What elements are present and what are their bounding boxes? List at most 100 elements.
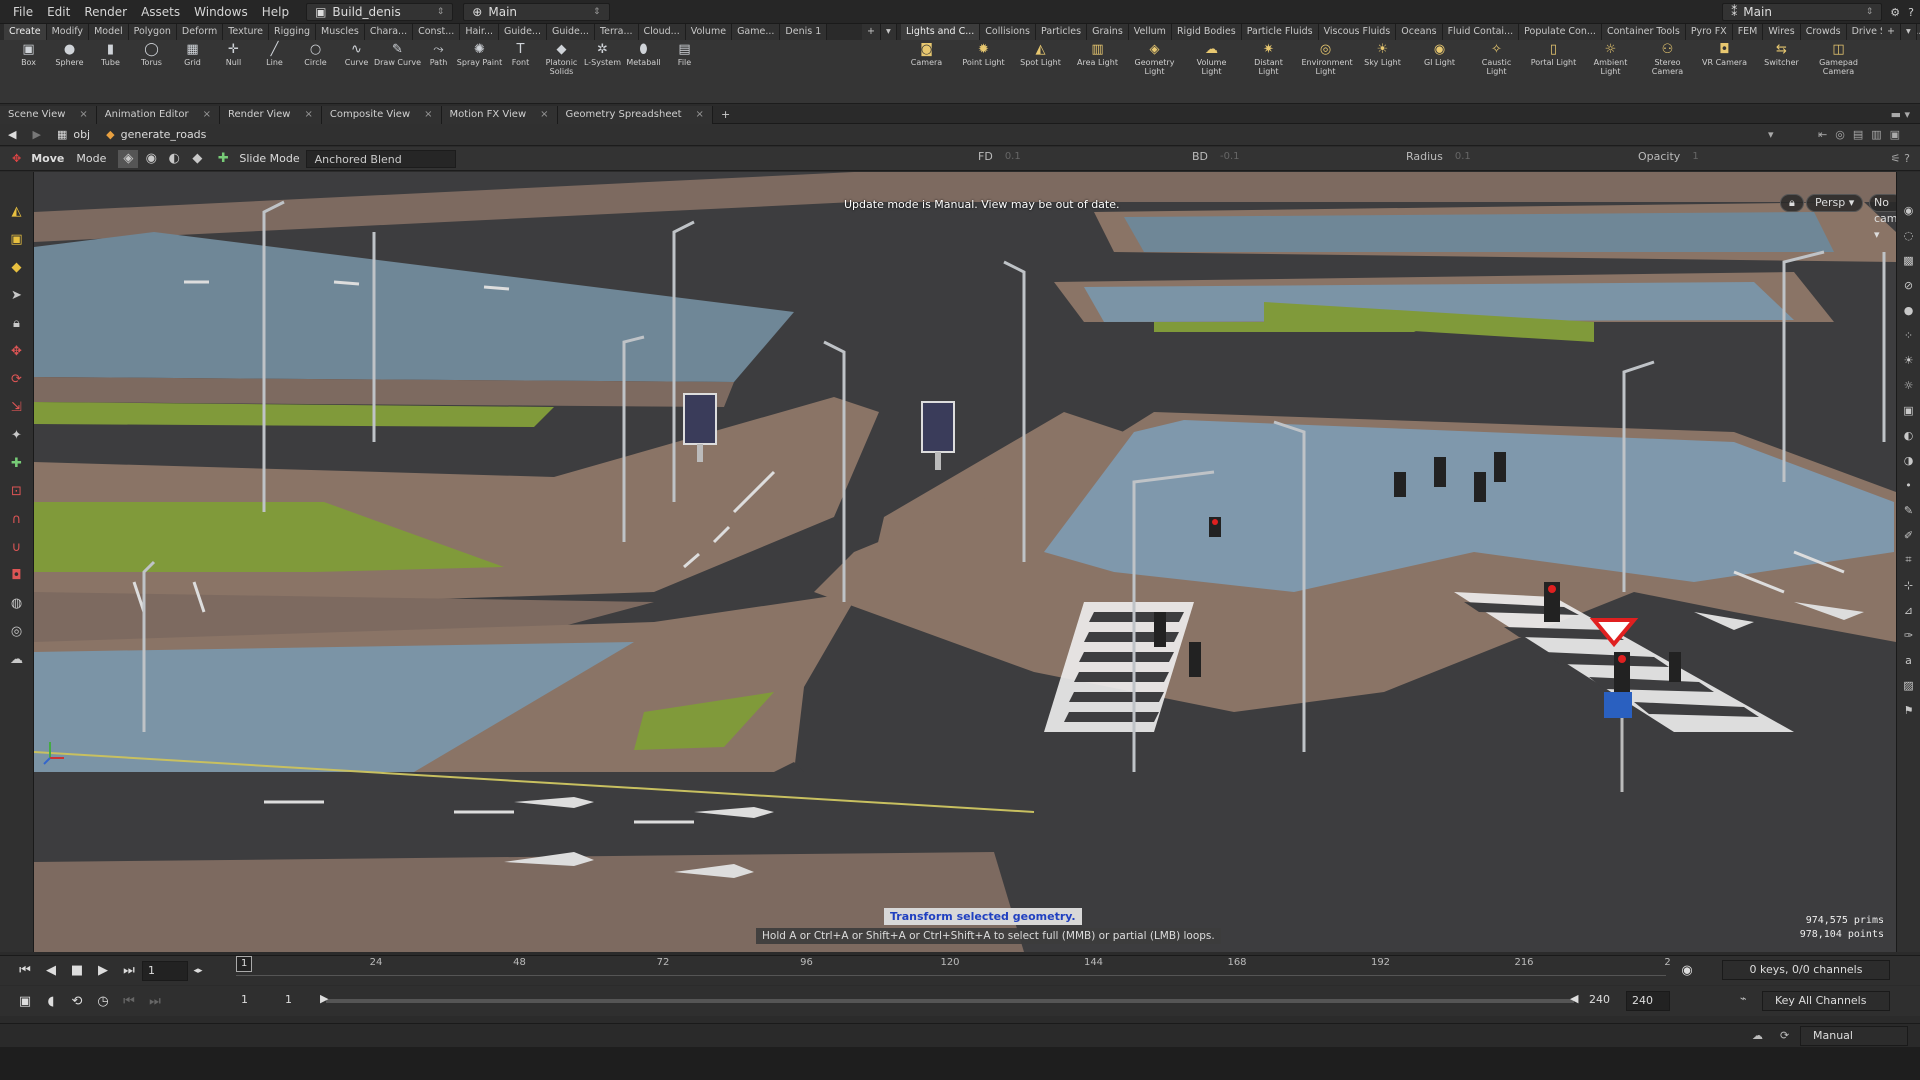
bd-field[interactable]: -0.1 bbox=[1220, 151, 1240, 162]
mode-flatten-icon[interactable]: ◆ bbox=[187, 150, 207, 168]
menu-edit[interactable]: Edit bbox=[40, 0, 77, 24]
shelf-tab-wires[interactable]: Wires bbox=[1763, 24, 1801, 40]
refresh-icon[interactable]: ⟳ bbox=[1780, 1029, 1789, 1042]
chevron-down-icon[interactable]: ▾ bbox=[1900, 24, 1917, 40]
marker-icon[interactable]: ⚑ bbox=[1901, 702, 1917, 718]
scale-icon[interactable]: ⇲ bbox=[7, 398, 27, 416]
audio-scrub-icon[interactable]: ◉ bbox=[1674, 960, 1700, 982]
step-back-icon[interactable]: ◂▸ bbox=[188, 960, 208, 982]
close-icon[interactable]: × bbox=[424, 109, 432, 120]
chevron-down-icon[interactable]: ▾ bbox=[880, 24, 897, 40]
snap-grid-icon[interactable]: ⌗ bbox=[1901, 552, 1917, 568]
brush-icon[interactable]: ✐ bbox=[1901, 527, 1917, 543]
frame-marker[interactable]: 1 bbox=[236, 956, 253, 972]
annotate-icon[interactable]: ✑ bbox=[1901, 627, 1917, 643]
close-icon[interactable]: × bbox=[540, 109, 548, 120]
shelf-tool-ambient-light[interactable]: ☼ Ambient Light bbox=[1582, 40, 1639, 76]
shelf-tab-fluid-contai[interactable]: Fluid Contai... bbox=[1442, 24, 1520, 40]
snap-icon[interactable]: ◘ bbox=[7, 566, 27, 584]
main-desktop-selector[interactable]: ⁑ Main ⇕ bbox=[1722, 3, 1883, 21]
shelf-tool-grid[interactable]: ▦ Grid bbox=[172, 40, 213, 74]
mode-peak-icon[interactable]: ◐ bbox=[164, 150, 184, 168]
shelf-tool-gi-light[interactable]: ◉ GI Light bbox=[1411, 40, 1468, 74]
transform-icon[interactable]: ⊡ bbox=[7, 482, 27, 500]
wireframe-icon[interactable]: ⊘ bbox=[1901, 277, 1917, 293]
shelf-tab-rigid-bodies[interactable]: Rigid Bodies bbox=[1171, 24, 1242, 40]
context-selector[interactable]: ⊕ Main ⇕ bbox=[463, 2, 610, 21]
handle-icon[interactable]: ✚ bbox=[7, 454, 27, 472]
shelf-tab-particles[interactable]: Particles bbox=[1036, 24, 1088, 40]
add-tab-icon[interactable]: + bbox=[713, 108, 738, 121]
pane-menu-icon[interactable]: ▬ ▾ bbox=[1891, 108, 1910, 121]
shelf-tab-container-tools[interactable]: Container Tools bbox=[1601, 24, 1686, 40]
shelf-tab-guide[interactable]: Guide... bbox=[499, 24, 547, 40]
range-end2-field[interactable]: 240 bbox=[1626, 991, 1670, 1011]
camera-view-icon[interactable]: ◎ bbox=[7, 622, 27, 640]
path-node[interactable]: ◆ generate_roads bbox=[98, 124, 214, 146]
play-icon[interactable]: ▶ bbox=[90, 960, 116, 982]
shelf-tab-crowds[interactable]: Crowds bbox=[1800, 24, 1847, 40]
mode-smooth-icon[interactable]: ◉ bbox=[141, 150, 161, 168]
opacity-field[interactable]: 1 bbox=[1692, 151, 1698, 162]
bg-icon[interactable]: ▣ bbox=[1901, 402, 1917, 418]
shelf-tool-vr-camera[interactable]: ◘ VR Camera bbox=[1696, 40, 1753, 74]
stop-icon[interactable]: ■ bbox=[64, 960, 90, 982]
range-end-field[interactable]: 240 bbox=[1584, 991, 1624, 1011]
range-start-field[interactable]: 1 bbox=[236, 991, 278, 1011]
shelf-tool-spot-light[interactable]: ◭ Spot Light bbox=[1012, 40, 1069, 74]
play-reverse-icon[interactable]: ◀ bbox=[38, 960, 64, 982]
points-icon[interactable]: ⁘ bbox=[1901, 327, 1917, 343]
slide-mode-icon[interactable]: ✚ bbox=[213, 150, 233, 168]
shelf-tab-particle-fluids[interactable]: Particle Fluids bbox=[1241, 24, 1319, 40]
close-icon[interactable]: × bbox=[696, 109, 704, 120]
add-shelf-icon[interactable]: + bbox=[1882, 24, 1901, 40]
chevron-down-icon[interactable]: ▾ bbox=[1768, 128, 1774, 141]
display-option-icon[interactable]: ◉ bbox=[1901, 202, 1917, 218]
realtime-icon[interactable]: ▣ bbox=[12, 990, 38, 1012]
shelf-tab-denis-1[interactable]: Denis 1 bbox=[780, 24, 828, 40]
pane-tab-animation-editor[interactable]: Animation Editor × bbox=[96, 105, 220, 124]
view-icon[interactable]: ◍ bbox=[7, 594, 27, 612]
shelf-tab-guide[interactable]: Guide... bbox=[546, 24, 595, 40]
pane-tab-geometry-spreadsheet[interactable]: Geometry Spreadsheet × bbox=[557, 105, 713, 124]
update-mode-dropdown[interactable]: Manual bbox=[1800, 1026, 1908, 1046]
range-start2-field[interactable]: 1 bbox=[280, 991, 320, 1011]
lock-camera-icon[interactable]: 🔒︎ bbox=[1780, 194, 1804, 212]
shelf-tab-viscous-fluids[interactable]: Viscous Fluids bbox=[1318, 24, 1397, 40]
ghost-icon[interactable]: ◌ bbox=[1901, 227, 1917, 243]
fd-field[interactable]: 0.1 bbox=[1005, 151, 1021, 162]
shelf-tab-rigging[interactable]: Rigging bbox=[269, 24, 317, 40]
shelf-tool-box[interactable]: ▣ Box bbox=[8, 40, 49, 74]
shelf-tab-polygon[interactable]: Polygon bbox=[128, 24, 177, 40]
select-mode-icon[interactable]: ◭ bbox=[7, 202, 27, 220]
cloud-icon[interactable]: ☁ bbox=[1752, 1029, 1763, 1042]
shelf-tab-chara[interactable]: Chara... bbox=[364, 24, 414, 40]
current-frame-field[interactable]: 1 bbox=[142, 960, 188, 981]
shelf-tool-caustic-light[interactable]: ✧ Caustic Light bbox=[1468, 40, 1525, 76]
shelf-tool-geometry-light[interactable]: ◈ Geometry Light bbox=[1126, 40, 1183, 76]
image-icon[interactable]: ▨ bbox=[1901, 677, 1917, 693]
shelf-tab-modify[interactable]: Modify bbox=[46, 24, 90, 40]
scene-viewport[interactable]: Update mode is Manual. View may be out o… bbox=[34, 172, 1896, 952]
pane-tab-scene-view[interactable]: Scene View × bbox=[0, 105, 97, 124]
shelf-tool-platonic-solids[interactable]: ◆ Platonic Solids bbox=[541, 40, 582, 76]
loop-icon[interactable]: ⟲ bbox=[64, 990, 90, 1012]
shelf-tab-deform[interactable]: Deform bbox=[176, 24, 224, 40]
text-icon[interactable]: a bbox=[1901, 652, 1917, 668]
add-shelf-icon[interactable]: + bbox=[862, 24, 881, 40]
shelf-tool-torus[interactable]: ◯ Torus bbox=[131, 40, 172, 74]
shelf-tool-draw-curve[interactable]: ✎ Draw Curve bbox=[374, 40, 421, 74]
pose-icon[interactable]: ✦ bbox=[7, 426, 27, 444]
shelf-tool-font[interactable]: T Font bbox=[500, 40, 541, 74]
slide-mode-dropdown[interactable]: Anchored Blend bbox=[305, 149, 456, 168]
shaded-icon[interactable]: ● bbox=[1901, 302, 1917, 318]
help-icon[interactable]: ? bbox=[1908, 6, 1914, 19]
snap-point-icon[interactable]: ⊹ bbox=[1901, 577, 1917, 593]
render-region-icon[interactable]: ☁ bbox=[7, 650, 27, 668]
shelf-tab-hair[interactable]: Hair... bbox=[460, 24, 500, 40]
shelf-tool-tube[interactable]: ▮ Tube bbox=[90, 40, 131, 74]
persp-menu[interactable]: Persp ▾ bbox=[1806, 194, 1864, 212]
lock-icon[interactable]: 🔒︎ bbox=[7, 314, 27, 332]
shelf-tool-metaball[interactable]: ⬮ Metaball bbox=[623, 40, 664, 74]
magnet-icon[interactable]: ∪ bbox=[7, 538, 27, 556]
